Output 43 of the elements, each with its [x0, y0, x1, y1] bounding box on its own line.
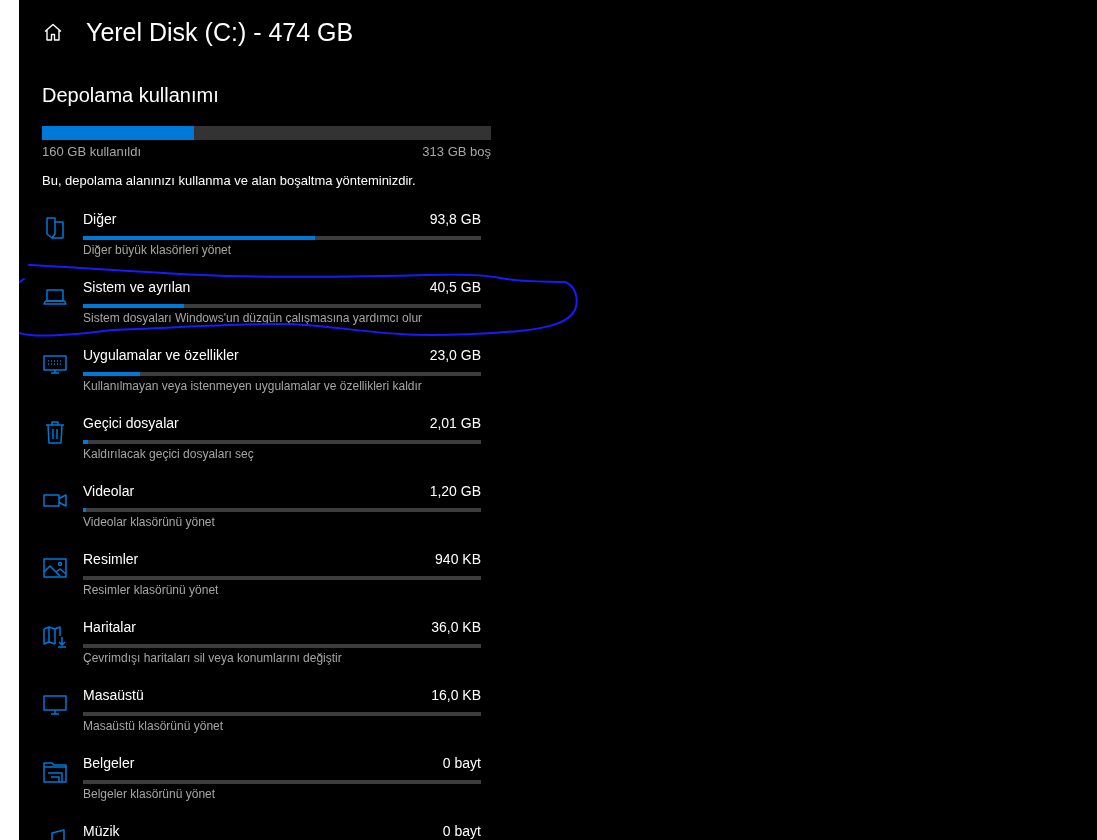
picture-icon [43, 556, 67, 580]
keyboard-monitor-icon [43, 352, 67, 376]
folder-icon [43, 760, 67, 784]
category-name[interactable]: Belgeler [83, 754, 135, 772]
category-name[interactable]: Haritalar [83, 618, 136, 636]
home-button[interactable] [43, 22, 63, 42]
category-description: Diğer büyük klasörleri yönet [83, 242, 232, 258]
category-name[interactable]: Geçici dosyalar [83, 414, 179, 432]
category-size: 40,5 GB [429, 278, 481, 296]
category-name[interactable]: Diğer [83, 210, 117, 228]
folder-icon [43, 216, 67, 240]
category-size: 36,0 KB [431, 618, 481, 636]
map-download-icon [43, 624, 67, 648]
category-size: 0 bayt [442, 754, 481, 772]
free-space-label: 313 GB boş [422, 144, 491, 160]
category-name[interactable]: Masaüstü [83, 686, 144, 704]
category-description: Kullanılmayan veya istenmeyen uygulamalar ve özellikleri kaldır [83, 378, 422, 394]
section-heading: Depolama kullanımı [42, 83, 220, 108]
category-name[interactable]: Müzik [83, 822, 120, 840]
used-space-label: 160 GB kullanıldı [42, 144, 141, 160]
category-size: 940 KB [435, 550, 481, 568]
category-description: Masaüstü klasörünü yönet [83, 718, 224, 734]
page-title: Yerel Disk (C:) - 474 GB [86, 17, 354, 48]
home-icon [44, 23, 62, 41]
monitor-icon [43, 692, 67, 716]
category-name[interactable]: Resimler [83, 550, 139, 568]
category-description: Belgeler klasörünü yönet [83, 786, 216, 802]
category-size: 16,0 KB [431, 686, 481, 704]
category-description: Videolar klasörünü yönet [83, 514, 215, 530]
usage-description: Bu, depolama alanınızı kullanma ve alan boşaltma yönteminizdir. [42, 172, 417, 190]
category-size: 93,8 GB [429, 210, 481, 228]
category-description: Çevrimdışı haritaları sil veya konumlarını değiştir [83, 650, 342, 666]
category-description: Resimler klasörünü yönet [83, 582, 219, 598]
category-size: 23,0 GB [429, 346, 481, 364]
category-name[interactable]: Videolar [83, 482, 135, 500]
trash-icon [43, 420, 67, 444]
category-size: 0 bayt [442, 822, 481, 840]
category-size: 2,01 GB [429, 414, 481, 432]
category-name[interactable]: Sistem ve ayrılan [83, 278, 191, 296]
category-description: Sistem dosyaları Windows'un düzgün çalışmasına yardımcı olur [83, 310, 423, 326]
category-description: Kaldırılacak geçici dosyaları seç [83, 446, 254, 462]
category-size: 1,20 GB [429, 482, 481, 500]
category-name[interactable]: Uygulamalar ve özellikler [83, 346, 239, 364]
